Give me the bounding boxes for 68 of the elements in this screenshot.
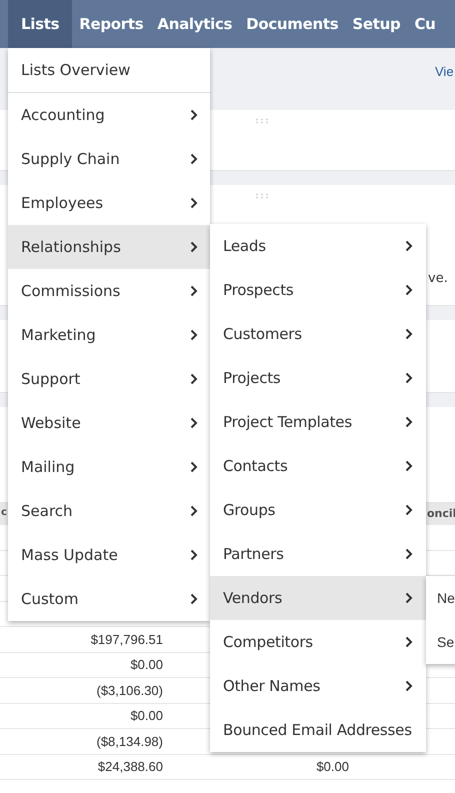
menu-item[interactable]: Relationships [8,225,210,269]
menu-item[interactable]: Custom [8,577,210,621]
menu-item[interactable]: Prospects [210,268,426,312]
nav-tab[interactable]: Documents [239,0,346,48]
menu-item[interactable]: Leads [210,224,426,268]
menu-item[interactable]: Groups [210,488,426,532]
nav-tab[interactable]: Analytics [150,0,240,48]
view-link[interactable]: Vie [435,64,454,79]
chevron-right-icon [190,593,198,605]
menu-item[interactable]: Lists Overview [8,48,210,93]
nav-tab[interactable]: Reports [72,0,150,48]
menu-item[interactable]: Supply Chain [8,137,210,181]
menu-item[interactable]: Ne [426,576,455,620]
menu-item[interactable]: Contacts [210,444,426,488]
menu-item[interactable]: Mass Update [8,533,210,577]
menu-item[interactable]: Project Templates [210,400,426,444]
menu-item[interactable]: Support [8,357,210,401]
table-cell-text: $0.00 [129,657,163,672]
table-cell: $0.00 [316,759,349,774]
menu-item[interactable]: Marketing [8,313,210,357]
chevron-right-icon [405,548,413,560]
menu-item[interactable]: Projects [210,356,426,400]
chevron-right-icon [190,241,198,253]
chevron-right-icon [190,505,198,517]
drag-handle-icon [255,118,271,124]
menu-item[interactable]: Se [426,620,455,664]
chevron-right-icon [405,460,413,472]
menu-item[interactable]: Competitors [210,620,426,664]
drag-handle-icon [255,193,271,199]
chevron-right-icon [190,461,198,473]
table-cell-text: $0.00 [129,708,163,724]
menu-item[interactable]: Partners [210,532,426,576]
chevron-right-icon [405,592,413,604]
nav-tab[interactable]: Lists [8,0,72,48]
chevron-right-icon [405,372,413,384]
chevron-right-icon [405,416,413,428]
chevron-right-icon [190,109,198,121]
menu-item[interactable]: Mailing [8,445,210,489]
nav-tab[interactable]: Setup [345,0,408,48]
nav-tab[interactable]: Cu [407,0,443,48]
menu-item[interactable]: Search [8,489,210,533]
chevron-right-icon [190,285,198,297]
menu-item[interactable]: Other Names [210,664,426,708]
menu-item[interactable]: Bounced Email Addresses [210,708,426,752]
table-cell-text: $24,388.60 [96,759,163,774]
chevron-right-icon [405,240,413,252]
menu-item[interactable]: Commissions [8,269,210,313]
menu-item[interactable]: Accounting [8,93,210,137]
table-cell-text: ($8,134.98) [96,734,163,749]
chevron-right-icon [190,417,198,429]
chevron-right-icon [190,153,198,165]
menu-item[interactable]: Employees [8,181,210,225]
description-text: ve. [428,271,448,286]
chevron-right-icon [190,549,198,561]
chevron-right-icon [405,504,413,516]
chevron-right-icon [190,373,198,385]
chevron-right-icon [405,284,413,296]
chevron-right-icon [190,329,198,341]
table-cell-text: $197,796.51 [90,632,163,647]
column-header: c [1,507,7,518]
menu-item[interactable]: Website [8,401,210,445]
menu-item[interactable]: Vendors [210,576,426,620]
chevron-right-icon [405,328,413,340]
chevron-right-icon [405,636,413,648]
chevron-right-icon [405,680,413,692]
menu-item[interactable]: Customers [210,312,426,356]
chevron-right-icon [190,197,198,209]
table-cell-text: ($3,106.30) [96,682,163,698]
